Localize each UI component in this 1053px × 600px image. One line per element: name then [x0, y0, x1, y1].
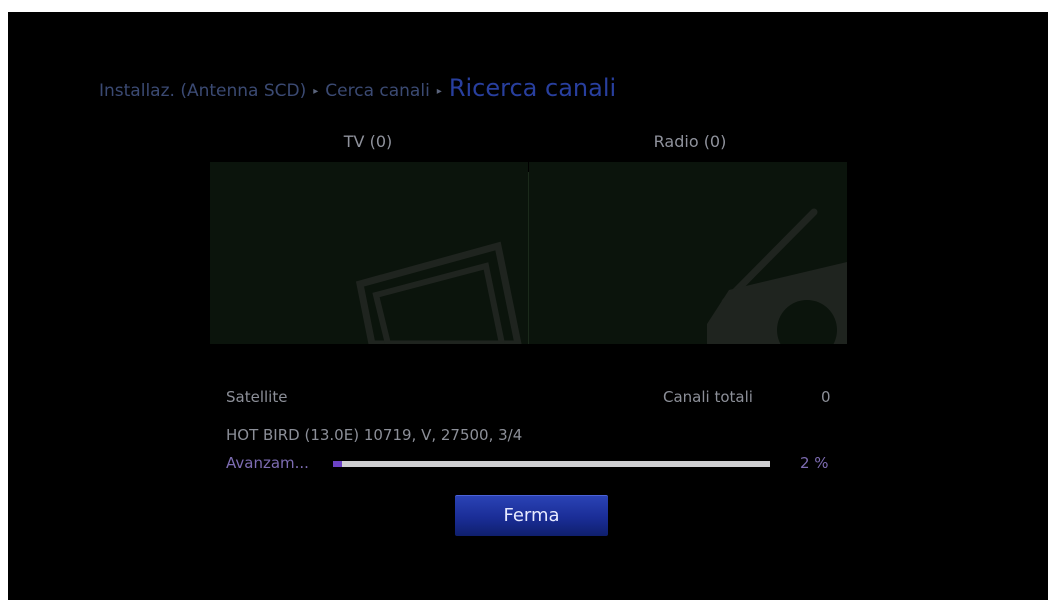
tv-icon: [355, 241, 522, 344]
radio-panel: [529, 162, 847, 344]
tv-screen: Installaz. (Antenna SCD) ▸ Cerca canali …: [8, 12, 1048, 600]
stop-button[interactable]: Ferma: [455, 495, 608, 536]
progress-percent: 2 %: [800, 454, 829, 472]
tv-panel: [210, 162, 528, 344]
breadcrumb: Installaz. (Antenna SCD) ▸ Cerca canali …: [99, 74, 616, 104]
breadcrumb-item-installation[interactable]: Installaz. (Antenna SCD): [99, 81, 306, 101]
total-channels-value: 0: [821, 388, 831, 406]
page-title: Ricerca canali: [448, 74, 617, 102]
breadcrumb-item-channel-search[interactable]: Cerca canali: [325, 81, 430, 101]
breadcrumb-separator-icon: ▸: [436, 86, 442, 97]
progress-bar: [333, 461, 770, 467]
progress-label: Avanzam...: [226, 454, 309, 472]
progress-fill: [333, 461, 342, 467]
breadcrumb-separator-icon: ▸: [313, 86, 319, 97]
radio-icon: [707, 208, 847, 344]
transponder-info: HOT BIRD (13.0E) 10719, V, 27500, 3/4: [226, 426, 523, 444]
radio-count-label: Radio (0): [653, 132, 727, 151]
tv-count-label: TV (0): [343, 132, 393, 151]
total-channels-label: Canali totali: [663, 388, 753, 406]
satellite-label: Satellite: [226, 388, 288, 406]
